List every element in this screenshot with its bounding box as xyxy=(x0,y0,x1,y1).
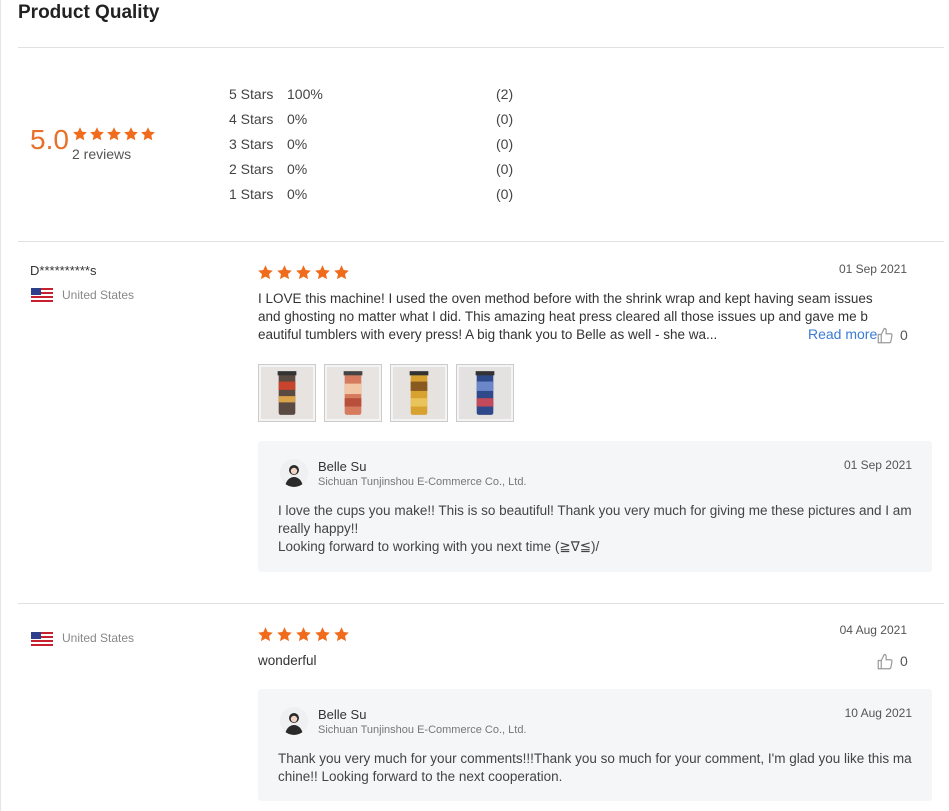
star-icon xyxy=(89,126,105,142)
star-icon xyxy=(257,626,274,643)
tumbler-photo[interactable] xyxy=(456,364,514,422)
rating-row-2[interactable]: 2 Stars 0% (0) xyxy=(229,161,529,179)
thumbs-up-icon[interactable] xyxy=(876,327,894,345)
thumbs-up-icon[interactable] xyxy=(876,653,894,671)
review-text: wonderful xyxy=(258,653,317,668)
rating-count: (0) xyxy=(496,136,514,152)
rating-label: 5 Stars xyxy=(229,86,274,102)
like-count: 0 xyxy=(900,653,908,669)
review-date: 01 Sep 2021 xyxy=(838,262,907,276)
star-icon xyxy=(295,264,312,281)
reply-text: Thank you very much for your comments!!!… xyxy=(278,751,912,784)
divider xyxy=(18,47,944,48)
rating-percent: 0% xyxy=(287,136,308,152)
summary-stars xyxy=(72,126,157,142)
review-count: 2 reviews xyxy=(72,146,132,162)
rating-label: 3 Stars xyxy=(229,136,274,152)
reply-text: Looking forward to working with you next… xyxy=(278,539,600,554)
seller-company: Sichuan Tunjinshou E-Commerce Co., Ltd. xyxy=(318,476,527,488)
average-score: 5.0 xyxy=(30,124,69,155)
rating-count: (2) xyxy=(496,86,514,102)
review-item: United States 04 Aug 2021 wonderful 0 Be… xyxy=(0,603,949,811)
rating-percent: 0% xyxy=(287,111,308,127)
photo-strip xyxy=(258,364,518,422)
seller-name: Belle Su xyxy=(318,707,367,722)
star-icon xyxy=(106,126,122,142)
reviewer-name: D**********s xyxy=(30,263,97,278)
reply-date: 10 Aug 2021 xyxy=(844,706,912,720)
review-stars xyxy=(257,264,352,281)
rating-label: 4 Stars xyxy=(229,111,274,127)
seller-name: Belle Su xyxy=(318,459,367,474)
seller-avatar xyxy=(280,707,308,735)
star-icon xyxy=(276,264,293,281)
tumbler-photo[interactable] xyxy=(324,364,382,422)
page-title: Product Quality xyxy=(18,2,160,23)
us-flag-icon xyxy=(31,632,53,646)
rating-row-4[interactable]: 4 Stars 0% (0) xyxy=(229,111,529,129)
rating-percent: 0% xyxy=(287,161,308,177)
star-icon xyxy=(295,626,312,643)
rating-label: 2 Stars xyxy=(229,161,274,177)
like-count: 0 xyxy=(900,327,908,343)
reviewer-country: United States xyxy=(62,288,135,302)
rating-percent: 100% xyxy=(287,86,323,102)
reply-date: 01 Sep 2021 xyxy=(843,458,912,472)
rating-count: (0) xyxy=(496,161,514,177)
us-flag-icon xyxy=(31,288,53,302)
rating-row-5[interactable]: 5 Stars 100% (2) xyxy=(229,86,529,104)
star-icon xyxy=(276,626,293,643)
star-icon xyxy=(72,126,88,142)
star-icon xyxy=(333,626,350,643)
star-icon xyxy=(314,264,331,281)
star-icon xyxy=(140,126,156,142)
rating-count: (0) xyxy=(496,186,514,202)
rating-percent: 0% xyxy=(287,186,308,202)
reply-text: I love the cups you make!! This is so be… xyxy=(278,503,912,536)
tumbler-photo[interactable] xyxy=(390,364,448,422)
review-date: 04 Aug 2021 xyxy=(839,623,907,637)
reviewer-country: United States xyxy=(62,631,135,645)
seller-avatar xyxy=(280,459,308,487)
seller-reply: Belle Su Sichuan Tunjinshou E-Commerce C… xyxy=(258,441,932,572)
star-icon xyxy=(257,264,274,281)
rating-label: 1 Stars xyxy=(229,186,274,202)
tumbler-photo[interactable] xyxy=(258,364,316,422)
read-more-link[interactable]: Read more xyxy=(808,326,877,342)
seller-company: Sichuan Tunjinshou E-Commerce Co., Ltd. xyxy=(318,724,527,736)
star-icon xyxy=(123,126,139,142)
seller-reply: Belle Su Sichuan Tunjinshou E-Commerce C… xyxy=(258,689,932,801)
review-text: I LOVE this machine! I used the oven met… xyxy=(258,291,873,342)
rating-count: (0) xyxy=(496,111,514,127)
star-icon xyxy=(333,264,350,281)
review-stars xyxy=(257,626,352,643)
review-item: D**********s United States 01 Sep 2021 I… xyxy=(0,241,949,603)
rating-row-3[interactable]: 3 Stars 0% (0) xyxy=(229,136,529,154)
rating-row-1[interactable]: 1 Stars 0% (0) xyxy=(229,186,529,204)
star-icon xyxy=(314,626,331,643)
